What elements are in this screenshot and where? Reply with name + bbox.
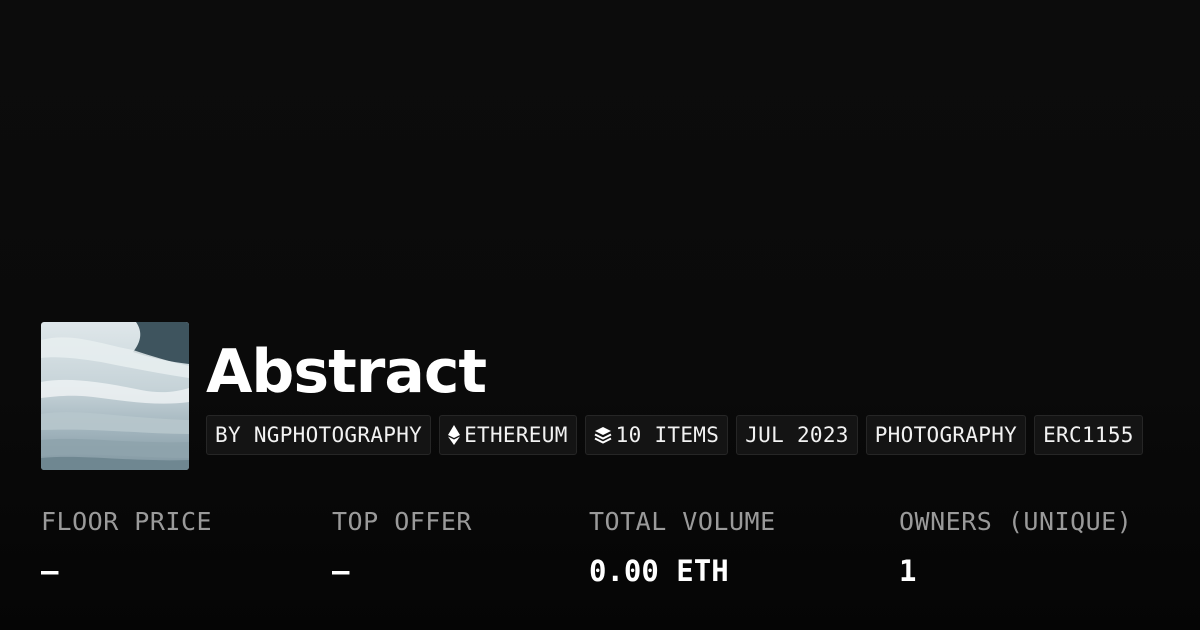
tag-date-label: JUL 2023	[745, 423, 849, 447]
stat-owners-label: OWNERS (UNIQUE)	[899, 507, 1133, 536]
stat-total-volume: TOTAL VOLUME 0.00 ETH	[589, 504, 776, 589]
collection-title: Abstract	[206, 337, 487, 407]
collection-thumbnail	[41, 322, 189, 470]
collection-thumbnail-image	[41, 322, 189, 470]
tag-chain[interactable]: ETHEREUM	[439, 415, 577, 455]
tag-creator-label: BY NGPHOTOGRAPHY	[215, 423, 423, 447]
stat-top-offer: TOP OFFER —	[332, 504, 472, 589]
stat-owners: OWNERS (UNIQUE) 1	[899, 504, 1132, 589]
tag-standard-label: ERC1155	[1043, 423, 1134, 447]
tag-creator[interactable]: BY NGPHOTOGRAPHY	[206, 415, 432, 455]
stat-top-offer-label: TOP OFFER	[332, 507, 472, 536]
tag-items[interactable]: 10 ITEMS	[584, 415, 729, 455]
stat-owners-value: 1	[899, 554, 917, 588]
stat-floor-price: FLOOR PRICE —	[41, 504, 212, 589]
stat-total-volume-value: 0.00 ETH	[589, 554, 729, 588]
stat-floor-price-value: —	[41, 554, 59, 588]
stat-top-offer-value: —	[332, 554, 350, 588]
tag-date: JUL 2023	[736, 415, 858, 455]
stat-total-volume-label: TOTAL VOLUME	[589, 507, 776, 536]
tag-category-label: PHOTOGRAPHY	[874, 423, 1018, 447]
tag-items-label: 10 ITEMS	[615, 423, 720, 447]
ethereum-icon	[448, 425, 461, 445]
collection-tags: BY NGPHOTOGRAPHY ETHEREUM 10 ITEMS JUL 2…	[206, 415, 1143, 455]
tag-standard: ERC1155	[1034, 415, 1143, 455]
tag-chain-label: ETHEREUM	[464, 423, 568, 447]
tag-category[interactable]: PHOTOGRAPHY	[865, 415, 1027, 455]
layers-icon	[594, 426, 612, 444]
stat-floor-price-label: FLOOR PRICE	[41, 507, 213, 536]
